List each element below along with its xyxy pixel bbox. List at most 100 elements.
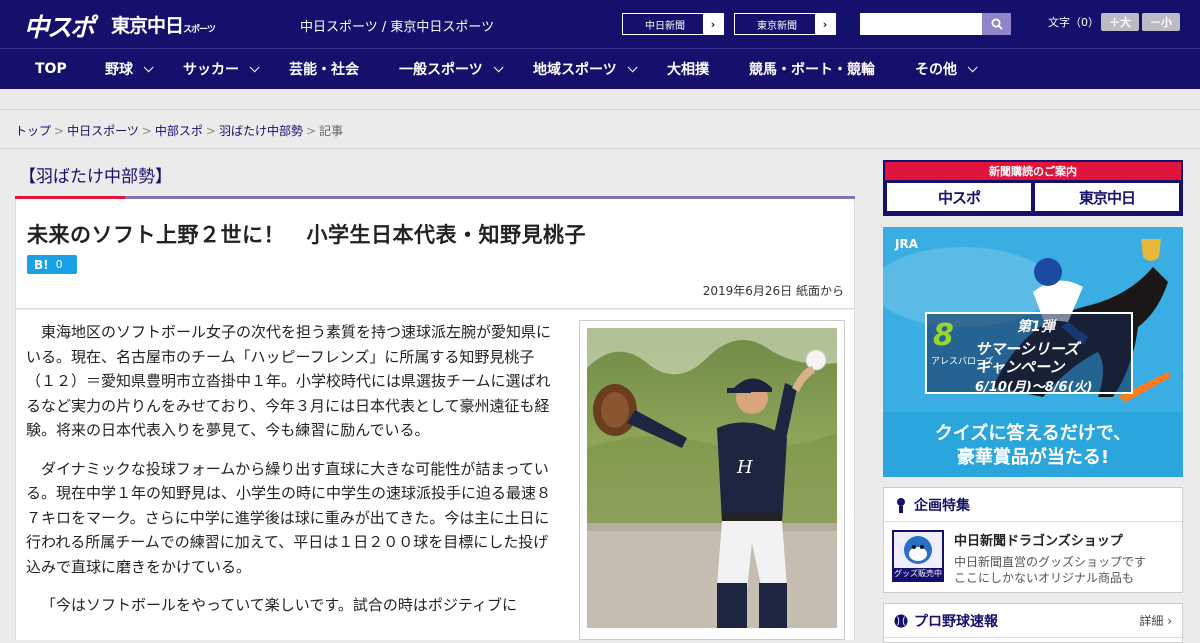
article-header: 未来のソフト上野２世に！ 小学生日本代表・知野見桃子 B! 0 2019年6月2…: [15, 199, 855, 309]
chevron-down-icon: [249, 61, 260, 72]
article-paragraph: 「今はソフトボールをやっていて楽しいです。試合の時はポジティブに: [41, 596, 517, 614]
article-photo-frame[interactable]: H: [579, 320, 845, 640]
nav-item-label: 大相撲: [667, 62, 709, 78]
font-smaller-button[interactable]: －小: [1142, 13, 1180, 31]
nav-item-label: 地域スポーツ: [533, 62, 617, 78]
baseball-icon: [894, 613, 908, 628]
nav-item-label: 野球: [105, 62, 133, 78]
article-paragraph: 東海地区のソフトボール女子の次代を担う素質を持つ速球派左腕が愛知県にいる。現在、…: [26, 323, 552, 439]
svg-text:H: H: [736, 457, 753, 478]
chevron-down-icon: [967, 61, 978, 72]
pitcher-photo-illustration: H: [587, 328, 837, 628]
goods-sale-tag: グッズ販売中: [894, 568, 942, 580]
baseball-scores-title: プロ野球速報: [914, 613, 998, 630]
subscription-banner[interactable]: 新聞購読のご案内 中スポ 東京中日: [883, 160, 1183, 216]
hatena-bookmark-button[interactable]: B! 0: [27, 255, 77, 274]
nav-item-baseball[interactable]: 野球: [105, 49, 154, 89]
breadcrumb-separator: >: [54, 124, 65, 138]
subscription-logo-tokyo-chunichi: 東京中日: [1035, 183, 1179, 211]
breadcrumb-divider: [0, 148, 1200, 149]
chevron-down-icon: [627, 61, 638, 72]
chunichi-sports-logo[interactable]: 中スポ: [24, 8, 95, 44]
article-body: 東海地区のソフトボール女子の次代を担う素質を持つ速球派左腕が愛知県にいる。現在、…: [15, 310, 855, 640]
jra-sign-line3: キャンペーン: [975, 358, 1065, 376]
subscription-logo-chusupo: 中スポ: [887, 183, 1031, 211]
font-larger-button[interactable]: ＋大: [1101, 13, 1139, 31]
nav-item-racing[interactable]: 競馬・ボート・競輪: [749, 49, 875, 89]
nav-item-sumo[interactable]: 大相撲: [667, 49, 709, 89]
features-title: 企画特集: [914, 497, 970, 514]
chevron-down-icon: [143, 61, 154, 72]
features-header: 企画特集: [884, 488, 1182, 522]
search-button[interactable]: [982, 13, 1011, 35]
dragons-shop-desc-1: 中日新聞直営のグッズショップです: [954, 555, 1147, 569]
breadcrumb-chunichi-sports[interactable]: 中日スポーツ: [67, 124, 139, 138]
jra-sign-dates: 6/10(月)～8/6(火): [975, 380, 1093, 395]
dragons-shop-text: 中日新聞ドラゴンズショップ 中日新聞直営のグッズショップです ここにしかないオリ…: [954, 530, 1146, 586]
nav-item-label: 芸能・社会: [289, 62, 359, 78]
article-headline: 未来のソフト上野２世に！ 小学生日本代表・知野見桃子: [27, 223, 586, 247]
jra-sign-line1: 第1弾: [1017, 319, 1055, 335]
site-title[interactable]: 中日スポーツ / 東京中日スポーツ: [300, 16, 494, 35]
nav-item-label: TOP: [35, 61, 67, 77]
dragons-shop-title: 中日新聞ドラゴンズショップ: [954, 534, 1123, 549]
subscription-logos: 中スポ 東京中日: [885, 180, 1181, 214]
breadcrumb-current: 記事: [319, 124, 344, 138]
nav-item-top[interactable]: TOP: [35, 49, 67, 89]
search-icon: [991, 18, 1003, 30]
subscription-banner-title: 新聞購読のご案内: [885, 162, 1181, 180]
chunichi-shimbun-link[interactable]: 中日新聞 ›: [622, 13, 724, 35]
marker-icon: [897, 497, 905, 513]
nav-item-other[interactable]: その他: [915, 49, 978, 89]
nav-item-general-sports[interactable]: 一般スポーツ: [399, 49, 504, 89]
jra-ad-line1: クイズに答えるだけで、: [934, 423, 1132, 444]
dragons-shop-item[interactable]: グッズ販売中 中日新聞ドラゴンズショップ 中日新聞直営のグッズショップです ここ…: [884, 522, 1182, 594]
baseball-details-link[interactable]: 詳細 ›: [1139, 612, 1172, 629]
section-title[interactable]: 【羽ばたけ中部勢】: [19, 162, 172, 187]
site-header: 中スポ 東京中日スポーツ 中日スポーツ / 東京中日スポーツ 中日新聞 › 東京…: [0, 0, 1200, 48]
nav-item-entertainment[interactable]: 芸能・社会: [289, 49, 359, 89]
nav-item-label: その他: [915, 62, 957, 78]
nav-item-local-sports[interactable]: 地域スポーツ: [533, 49, 638, 89]
baseball-scores-box: プロ野球速報 詳細 ›: [883, 603, 1183, 643]
nav-item-soccer[interactable]: サッカー: [183, 49, 260, 89]
dragons-shop-desc-2: ここにしかないオリジナル商品も: [954, 571, 1135, 585]
tokyo-shimbun-label: 東京新聞: [757, 20, 797, 32]
hatena-count: 0: [55, 258, 63, 271]
jra-ad-line2: 豪華賞品が当たる!: [956, 447, 1110, 468]
tokyo-chunichi-logo-text: 東京中日: [111, 15, 184, 37]
main-nav: TOP 野球 サッカー 芸能・社会 一般スポーツ 地域スポーツ 大相撲 競馬・ボ…: [0, 48, 1200, 89]
breadcrumb-separator: >: [306, 124, 317, 138]
dragons-shop-thumbnail: グッズ販売中: [892, 530, 944, 582]
breadcrumb: トップ > 中日スポーツ > 中部スポ > 羽ばたけ中部勢 > 記事: [15, 122, 343, 139]
breadcrumb-separator: >: [141, 124, 152, 138]
breadcrumb-top[interactable]: トップ: [15, 124, 51, 138]
chevron-right-icon: ›: [703, 14, 723, 34]
breadcrumb-habatake[interactable]: 羽ばたけ中部勢: [219, 124, 303, 138]
mascot-icon: [904, 536, 932, 564]
hatena-icon: B!: [34, 257, 49, 272]
chunichi-shimbun-label: 中日新聞: [645, 20, 685, 32]
features-box: 企画特集 グッズ販売中 中日新聞ドラゴンズショップ 中日新聞直営のグッズショップ…: [883, 487, 1183, 593]
nav-item-label: 競馬・ボート・競輪: [749, 62, 875, 78]
tokyo-chunichi-logo-small: スポーツ: [183, 25, 216, 35]
article-paragraph: ダイナミックな投球フォームから繰り出す直球に大きな可能性が詰まっている。現在中学…: [26, 459, 552, 576]
article-photo: H: [587, 328, 837, 628]
jra-ad-banner[interactable]: JRA 8 アレスバローズ 第1弾 サマーシリーズ キャンペーン 6/10(月)…: [883, 227, 1183, 477]
breadcrumb-chubu-spo[interactable]: 中部スポ: [155, 124, 203, 138]
chevron-right-icon: ›: [815, 14, 835, 34]
breadcrumb-separator: >: [205, 124, 216, 138]
nav-item-label: サッカー: [183, 62, 239, 78]
article-column: 【羽ばたけ中部勢】 未来のソフト上野２世に！ 小学生日本代表・知野見桃子 B! …: [15, 150, 855, 640]
baseball-scores-header: プロ野球速報 詳細 ›: [884, 604, 1182, 638]
article-text: 東海地区のソフトボール女子の次代を担う素質を持つ速球派左腕が愛知県にいる。現在、…: [26, 320, 556, 632]
nav-item-label: 一般スポーツ: [399, 62, 483, 78]
article-dateline: 2019年6月26日 紙面から: [702, 284, 844, 298]
tokyo-chunichi-logo[interactable]: 東京中日スポーツ: [111, 11, 216, 38]
tokyo-shimbun-link[interactable]: 東京新聞 ›: [734, 13, 836, 35]
chevron-down-icon: [493, 61, 504, 72]
jra-sign-number: 8: [933, 318, 954, 353]
jra-campaign-sign: 8 アレスバローズ 第1弾 サマーシリーズ キャンペーン 6/10(月)～8/6…: [925, 312, 1133, 395]
search-input[interactable]: [860, 13, 982, 35]
jra-logo: JRA: [895, 237, 918, 251]
